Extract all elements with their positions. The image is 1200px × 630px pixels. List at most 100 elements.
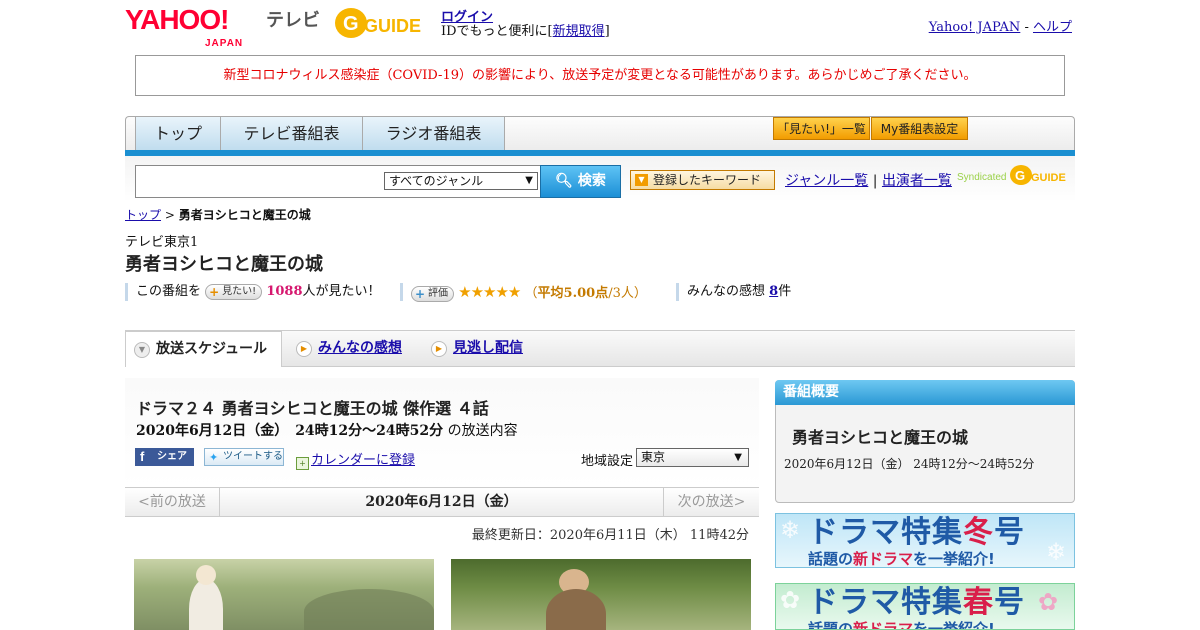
breadcrumb: トップ > 勇者ヨシヒコと魔王の城	[125, 206, 311, 223]
banner-spring-suffix: 号	[994, 585, 1025, 620]
want-button-label: 見たい!	[222, 285, 257, 297]
twitter-bird-icon: ✦	[209, 451, 219, 464]
genre-select-value: すべてのジャンル	[389, 174, 484, 188]
calendar-register-link[interactable]: カレンダーに登録	[311, 453, 415, 468]
link-divider: |	[872, 173, 878, 189]
drama-winter-banner[interactable]: ❄ ❄ ドラマ特集冬号 話題の新ドラマを一挙紹介!	[775, 513, 1075, 568]
play-icon: ▶	[431, 341, 447, 357]
svg-text:G: G	[1015, 168, 1025, 183]
syndicated-gguide-logo: Syndicated G GUIDE	[957, 163, 1069, 187]
snowflake-icon: ❄	[1046, 538, 1067, 566]
yahoo-japan-link[interactable]: Yahoo! JAPAN	[929, 20, 1021, 35]
want-prefix: この番組を	[136, 284, 202, 299]
banner-winter-title: ドラマ特集冬号	[808, 514, 1025, 552]
keyword-button-label: 登録したキーワード	[653, 173, 762, 187]
prev-broadcast-button[interactable]: <前の放送	[125, 488, 220, 516]
my-schedule-button[interactable]: My番組表設定	[871, 117, 968, 140]
banner-sub-b: を一挙紹介!	[913, 550, 995, 568]
want-list-button[interactable]: 「見たい!」一覧	[773, 117, 870, 140]
nav-tab-top[interactable]: トップ	[135, 117, 221, 151]
help-link[interactable]: ヘルプ	[1033, 20, 1072, 35]
genre-select[interactable]: すべてのジャンル ▼	[384, 172, 538, 190]
cast-list-link[interactable]: 出演者一覧	[882, 173, 952, 189]
region-select[interactable]: 東京 ▼	[636, 448, 749, 467]
drama-spring-banner[interactable]: ✿ ✿ ドラマ特集春号 話題の新ドラマを一挙紹介!	[775, 583, 1075, 630]
episode-photo	[134, 559, 434, 630]
yahoo-japan-logo[interactable]: YAHOO! JAPAN	[125, 6, 242, 50]
program-summary-date: 2020年6月12日（金） 24時12分～24時52分	[784, 457, 1035, 471]
want-button[interactable]: + 見たい!	[205, 283, 263, 300]
channel-name: テレビ東京1	[125, 235, 199, 250]
banner-spring-season: 春	[963, 585, 994, 620]
facebook-icon: f	[140, 449, 145, 464]
rating-stars: ★★★★★	[458, 283, 521, 301]
tab-reviews[interactable]: ▶ みんなの感想	[288, 331, 418, 367]
rate-button[interactable]: + 評価	[411, 285, 454, 302]
avg-open: （	[524, 286, 538, 301]
breadcrumb-sep: >	[161, 208, 179, 222]
episode-datetime: 2020年6月12日（金） 24時12分～24時52分 の放送内容	[136, 420, 518, 440]
last-updated: 最終更新日：2020年6月11日（木） 11時42分	[471, 528, 749, 543]
banner-sub-a: 話題の	[808, 620, 854, 630]
program-title: 勇者ヨシヒコと魔王の城	[125, 254, 323, 275]
svg-text:G: G	[343, 13, 359, 35]
banner-sub-highlight: 新ドラマ	[853, 550, 914, 568]
calendar-register[interactable]: + カレンダーに登録	[296, 449, 415, 470]
reviews-count-link[interactable]: 8	[769, 284, 778, 299]
banner-winter-sub: 話題の新ドラマを一挙紹介!	[808, 548, 995, 568]
keyword-button[interactable]: ▼ 登録したキーワード	[630, 170, 775, 190]
banner-spring-title: ドラマ特集春号	[808, 584, 1025, 622]
program-summary-title: 勇者ヨシヒコと魔王の城	[792, 428, 969, 447]
covid-notice: 新型コロナウィルス感染症（COVID-19）の影響により、放送予定が変更となる可…	[135, 55, 1065, 96]
tab-schedule[interactable]: ▼ 放送スケジュール	[125, 331, 282, 367]
yahoo-logo-sub: JAPAN	[205, 38, 244, 49]
tab-vod[interactable]: ▶ 見逃し配信	[423, 331, 553, 367]
want-count: 1088	[266, 284, 303, 299]
tab-reviews-link[interactable]: みんなの感想	[318, 340, 402, 356]
rating-stat: + 評価 ★★★★★ （平均5.00点/3人）	[400, 283, 647, 302]
episode-title: ドラマ２４ 勇者ヨシヒコと魔王の城 傑作選 ４話	[136, 399, 489, 418]
gguide-logo[interactable]: G GUIDE	[334, 6, 426, 40]
genre-list-link[interactable]: ジャンル一覧	[785, 173, 868, 189]
region-label: 地域設定	[581, 454, 634, 469]
signup-link[interactable]: 新規取得	[553, 24, 605, 39]
reviews-stat: みんなの感想 8件	[676, 283, 791, 301]
facebook-share-button[interactable]: f シェア	[135, 448, 194, 466]
chevron-down-icon: ▼	[734, 452, 742, 463]
nav-tab-radio-schedule[interactable]: ラジオ番組表	[363, 117, 505, 151]
banner-spring-main: ドラマ特集	[808, 585, 963, 620]
breadcrumb-current: 勇者ヨシヒコと魔王の城	[178, 208, 311, 222]
play-icon: ▶	[296, 341, 312, 357]
search-button-label: 検索	[577, 173, 606, 189]
search-button[interactable]: 🔍︎ 検索	[540, 165, 621, 198]
flower-icon: ✿	[1038, 588, 1059, 616]
facebook-share-label: シェア	[157, 451, 187, 462]
search-icon: 🔍︎	[555, 173, 573, 189]
region-select-value: 東京	[641, 450, 666, 464]
plus-icon: +	[209, 284, 220, 299]
gguide-logo-text: GUIDE	[364, 16, 421, 36]
top-right-separator: -	[1020, 20, 1033, 35]
tab-schedule-label: 放送スケジュール	[156, 341, 268, 357]
banner-sub-b: を一挙紹介!	[913, 620, 995, 630]
twitter-share-label: ツイートする	[223, 451, 283, 462]
rate-button-label: 評価	[428, 287, 448, 299]
banner-sub-highlight: 新ドラマ	[853, 620, 914, 630]
genre-links: ジャンル一覧 | 出演者一覧	[785, 170, 952, 190]
dropdown-arrow-icon: ▼	[635, 174, 648, 186]
want-suffix: 人が見たい！	[302, 284, 381, 299]
tv-label: テレビ	[266, 10, 320, 31]
reviews-prefix: みんなの感想	[687, 284, 766, 299]
nav-tab-tv-schedule[interactable]: テレビ番組表	[221, 117, 363, 151]
clover-icon: ✿	[780, 586, 801, 614]
episode-datetime-value: 2020年6月12日（金） 24時12分～24時52分	[136, 423, 444, 439]
login-sub: IDでもっと便利に[新規取得]	[441, 20, 610, 39]
program-tabs: ▼ 放送スケジュール ▶ みんなの感想 ▶ 見逃し配信	[125, 330, 1075, 367]
breadcrumb-top-link[interactable]: トップ	[125, 208, 161, 222]
twitter-share-button[interactable]: ✦ ツイートする	[204, 448, 284, 466]
syndicated-gguide-text: GUIDE	[1031, 172, 1066, 184]
tab-vod-link[interactable]: 見逃し配信	[453, 340, 523, 356]
next-broadcast-button[interactable]: 次の放送>	[663, 488, 759, 516]
syndicated-label: Syndicated	[957, 172, 1007, 183]
broadcast-pager: <前の放送 2020年6月12日（金） 次の放送>	[125, 487, 759, 517]
